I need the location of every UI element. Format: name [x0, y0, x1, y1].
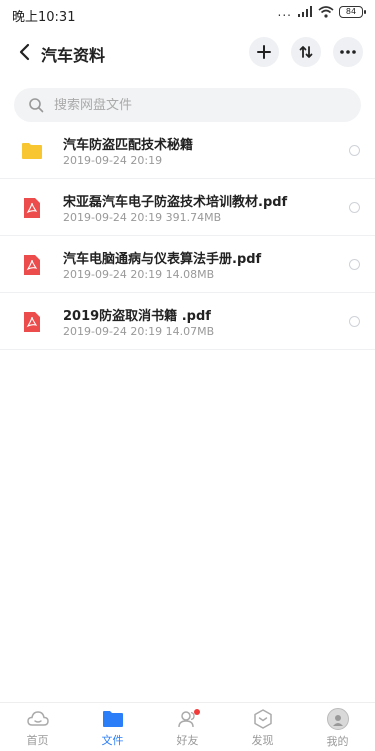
list-item[interactable]: 宋亚磊汽车电子防盗技术培训教材.pdf 2019-09-24 20:19 391…: [0, 179, 375, 236]
plus-icon: [257, 45, 271, 59]
status-time: 晚上10:31: [12, 10, 76, 25]
back-button[interactable]: [10, 38, 38, 66]
tab-label: 我的: [326, 735, 349, 748]
file-meta: 2019-09-24 20:19 14.08MB: [63, 268, 215, 281]
file-meta: 2019-09-24 20:19 391.74MB: [63, 211, 222, 224]
tab-home[interactable]: 首页: [0, 707, 75, 751]
select-checkbox[interactable]: [349, 145, 360, 156]
header: 汽车资料: [0, 30, 375, 74]
file-name: 2019防盗取消书籍 .pdf: [63, 309, 211, 324]
chevron-left-icon: [19, 43, 30, 61]
folder-icon: [102, 711, 123, 727]
avatar-figure-icon: [332, 715, 343, 726]
tab-discover[interactable]: 发现: [225, 707, 300, 751]
tab-files[interactable]: 文件: [75, 707, 150, 751]
battery-icon: 84: [339, 6, 366, 18]
tab-friends[interactable]: 好友: [150, 707, 225, 751]
sort-button[interactable]: [291, 37, 321, 67]
select-checkbox[interactable]: [349, 202, 360, 213]
sort-arrows-icon: [299, 46, 313, 58]
file-name: 汽车电脑通病与仪表算法手册.pdf: [63, 252, 262, 267]
select-checkbox[interactable]: [349, 316, 360, 327]
more-button[interactable]: [333, 37, 363, 67]
page-title: 汽车资料: [41, 46, 106, 65]
tab-mine[interactable]: 我的: [300, 707, 375, 751]
more-dots-icon: [340, 50, 356, 54]
pdf-icon: [24, 312, 40, 332]
search-bar[interactable]: [14, 88, 361, 122]
status-bar: 晚上10:31 ... 84: [0, 0, 375, 28]
list-item[interactable]: 2019防盗取消书籍 .pdf 2019-09-24 20:19 14.07MB: [0, 293, 375, 350]
add-button[interactable]: [249, 37, 279, 67]
file-name: 宋亚磊汽车电子防盗技术培训教材.pdf: [63, 195, 288, 210]
tab-label: 文件: [101, 734, 124, 747]
file-meta: 2019-09-24 20:19 14.07MB: [63, 325, 215, 338]
file-meta: 2019-09-24 20:19: [63, 154, 163, 167]
tab-label: 发现: [251, 734, 274, 747]
tab-label: 首页: [26, 734, 49, 747]
avatar: [326, 708, 349, 730]
bottom-tab-bar: 首页 文件 好友 发现 我的: [0, 702, 375, 750]
pdf-icon: [24, 255, 40, 275]
file-list: 汽车防盗匹配技术秘籍 2019-09-24 20:19 宋亚磊汽车电子防盗技术培…: [0, 122, 375, 350]
notification-badge: [194, 709, 200, 715]
search-input[interactable]: [54, 97, 334, 113]
folder-icon: [22, 143, 42, 159]
notification-dots: ...: [277, 5, 292, 19]
home-cloud-icon: [26, 711, 49, 726]
select-checkbox[interactable]: [349, 259, 360, 270]
status-indicators: ... 84: [277, 5, 366, 19]
wifi-icon: [318, 6, 334, 18]
discover-icon: [253, 709, 272, 729]
file-name: 汽车防盗匹配技术秘籍: [63, 138, 194, 153]
search-icon: [29, 98, 44, 113]
tab-label: 好友: [176, 734, 199, 747]
list-item[interactable]: 汽车防盗匹配技术秘籍 2019-09-24 20:19: [0, 122, 375, 179]
signal-icon: [298, 6, 312, 17]
list-item[interactable]: 汽车电脑通病与仪表算法手册.pdf 2019-09-24 20:19 14.08…: [0, 236, 375, 293]
pdf-icon: [24, 198, 40, 218]
